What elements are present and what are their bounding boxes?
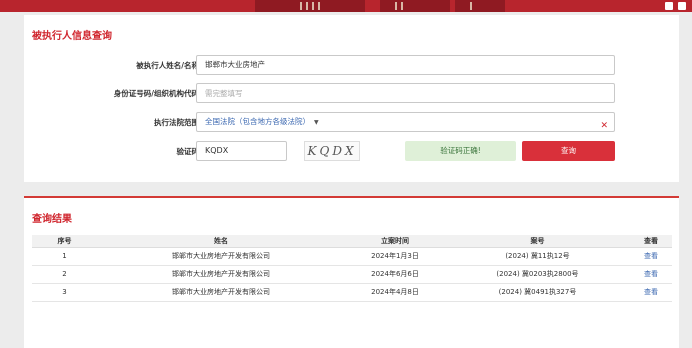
- captcha-status-badge: 验证码正确!: [405, 141, 516, 161]
- court-row: 执行法院范围: 全国法院（包含地方各级法院） ▼ ✕: [24, 112, 679, 132]
- banner-window: [401, 2, 403, 10]
- row-date: 2024年6月6日: [345, 265, 445, 284]
- results-header-row: 序号 姓名 立案时间 案号 查看: [32, 235, 672, 248]
- captcha-input[interactable]: KQDX: [196, 141, 287, 161]
- banner-window: [300, 2, 302, 10]
- banner-building: [455, 0, 505, 12]
- captcha-row: 验证码: KQDX KQDX 验证码正确! 查询: [24, 141, 679, 161]
- table-row: 1 邯郸市大业房地产开发有限公司 2024年1月3日 (2024) 冀11执12…: [32, 247, 672, 266]
- id-row: 身份证号码/组织机构代码:: [24, 83, 679, 103]
- banner-window: [312, 2, 314, 10]
- top-banner: [0, 0, 692, 12]
- row-case: (2024) 冀0491执327号: [445, 283, 630, 302]
- row-index: 1: [32, 247, 97, 266]
- name-label: 被执行人姓名/名称:: [136, 61, 202, 70]
- name-input[interactable]: 邯郸市大业房地产: [196, 55, 615, 75]
- results-panel: 查询结果 序号 姓名 立案时间 案号 查看 1 邯郸市大业房地产开发有限公司 2…: [24, 196, 679, 348]
- court-label: 执行法院范围:: [154, 118, 202, 127]
- view-link[interactable]: 查看: [630, 247, 672, 266]
- header-date: 立案时间: [345, 235, 445, 248]
- row-index: 3: [32, 283, 97, 302]
- name-row: 被执行人姓名/名称: 邯郸市大业房地产: [24, 55, 679, 75]
- banner-window: [470, 2, 472, 10]
- captcha-image[interactable]: KQDX: [304, 141, 360, 161]
- row-name: 邯郸市大业房地产开发有限公司: [97, 283, 345, 302]
- query-panel-title: 被执行人信息查询: [32, 31, 112, 42]
- header-case: 案号: [445, 235, 630, 248]
- id-label: 身份证号码/组织机构代码:: [113, 89, 202, 98]
- results-table: 序号 姓名 立案时间 案号 查看 1 邯郸市大业房地产开发有限公司 2024年1…: [32, 235, 672, 302]
- banner-user-area: [665, 0, 686, 12]
- banner-window: [395, 2, 397, 10]
- court-select-value: 全国法院（包含地方各级法院）: [205, 117, 310, 126]
- query-panel: 被执行人信息查询 被执行人姓名/名称: 邯郸市大业房地产 身份证号码/组织机构代…: [24, 15, 679, 182]
- table-row: 2 邯郸市大业房地产开发有限公司 2024年6月6日 (2024) 冀0203执…: [32, 265, 672, 284]
- banner-building: [255, 0, 365, 12]
- view-link[interactable]: 查看: [630, 283, 672, 302]
- row-case: (2024) 冀11执12号: [445, 247, 630, 266]
- court-select[interactable]: 全国法院（包含地方各级法院） ▼ ✕: [196, 112, 615, 132]
- header-view: 查看: [630, 235, 672, 248]
- search-button[interactable]: 查询: [522, 141, 615, 161]
- header-index: 序号: [32, 235, 97, 248]
- row-date: 2024年1月3日: [345, 247, 445, 266]
- banner-window: [306, 2, 308, 10]
- id-input[interactable]: [196, 83, 615, 103]
- home-icon[interactable]: [665, 2, 673, 10]
- row-case: (2024) 冀0203执2800号: [445, 265, 630, 284]
- chevron-down-icon: ▼: [314, 119, 319, 126]
- results-panel-title: 查询结果: [32, 214, 72, 225]
- table-row: 3 邯郸市大业房地产开发有限公司 2024年4月8日 (2024) 冀0491执…: [32, 283, 672, 302]
- clear-icon[interactable]: ✕: [600, 117, 608, 135]
- row-index: 2: [32, 265, 97, 284]
- row-name: 邯郸市大业房地产开发有限公司: [97, 265, 345, 284]
- banner-window: [318, 2, 320, 10]
- user-icon[interactable]: [678, 2, 686, 10]
- banner-building: [380, 0, 450, 12]
- row-date: 2024年4月8日: [345, 283, 445, 302]
- view-link[interactable]: 查看: [630, 265, 672, 284]
- row-name: 邯郸市大业房地产开发有限公司: [97, 247, 345, 266]
- header-name: 姓名: [97, 235, 345, 248]
